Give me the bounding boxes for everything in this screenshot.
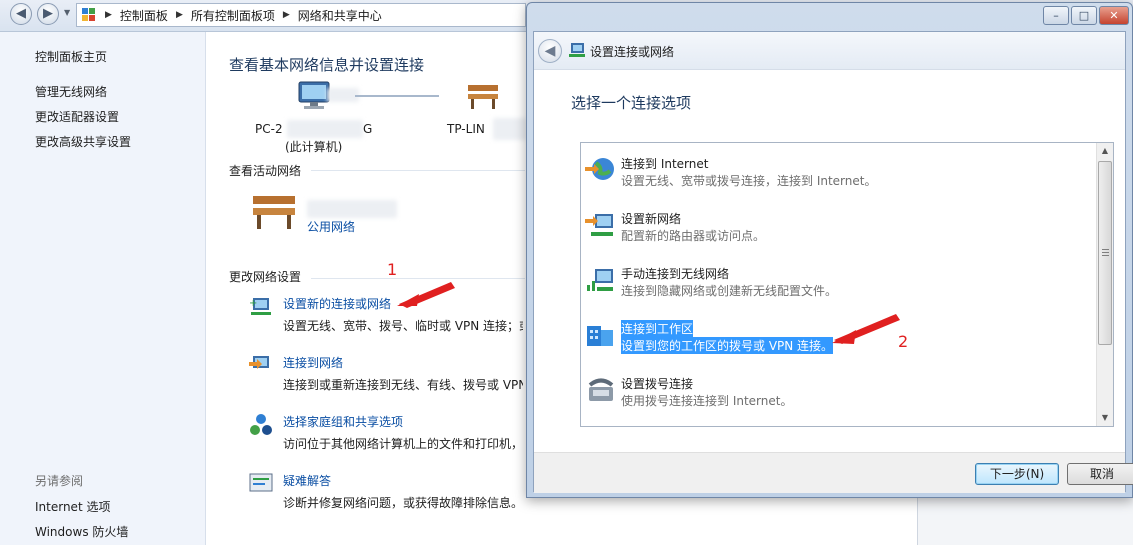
svg-text:+: +: [249, 298, 257, 309]
option-desc: 连接到隐藏网络或创建新无线配置文件。: [621, 284, 838, 298]
new-connection-icon: +: [249, 298, 271, 315]
option-desc: 使用拨号连接连接到 Internet。: [621, 394, 793, 408]
new-network-icon: [585, 214, 613, 236]
breadcrumb-item[interactable]: 网络和共享中心: [298, 7, 382, 24]
task-connect-network-desc: 连接到或重新连接到无线、有线、拨号或 VPN: [283, 378, 523, 392]
connect-network-icon: [249, 356, 269, 369]
breadcrumb-item[interactable]: 所有控制面板项: [191, 7, 275, 24]
close-button[interactable]: ✕: [1099, 6, 1129, 25]
option-desc: 设置到您的工作区的拨号或 VPN 连接。: [621, 337, 834, 354]
network-setup-icon: [569, 43, 585, 57]
cancel-button[interactable]: 取消: [1067, 463, 1133, 485]
annotation-number: 2: [898, 332, 909, 351]
redacted-area: [307, 200, 397, 218]
list-scrollbar[interactable]: ▲ ▼: [1096, 143, 1113, 426]
setup-connection-dialog: – □ ✕ ◀ 设置连接或网络 选择一个连接选项 连接到 Internet 设置…: [526, 2, 1133, 498]
task-troubleshoot-link[interactable]: 疑难解答: [283, 472, 331, 489]
computer-sublabel: (此计算机): [285, 140, 343, 154]
option-desc: 设置无线、宽带或拨号连接，连接到 Internet。: [621, 174, 877, 188]
annotation-number: 1: [387, 260, 398, 279]
page-title: 查看基本网络信息并设置连接: [229, 56, 425, 74]
option-title: 设置新网络: [621, 212, 682, 226]
wireless-icon: [587, 269, 613, 291]
connection-line: [355, 95, 439, 97]
option-title: 连接到 Internet: [621, 157, 709, 171]
workplace-icon: [587, 326, 613, 346]
sidebar: 控制面板主页 管理无线网络 更改适配器设置 更改高级共享设置 另请参阅 Inte…: [0, 32, 206, 545]
globe-icon: [585, 158, 614, 180]
sidebar-item-windows-firewall[interactable]: Windows 防火墙: [35, 523, 128, 540]
task-setup-connection-desc: 设置无线、宽带、拨号、临时或 VPN 连接；或: [283, 319, 523, 333]
list-item[interactable]: 设置拨号连接 使用拨号连接连接到 Internet。: [581, 363, 1097, 415]
dialog-body: ◀ 设置连接或网络 选择一个连接选项 连接到 Internet 设置无线、宽带或…: [533, 31, 1133, 493]
scroll-up-icon[interactable]: ▲: [1097, 143, 1113, 159]
task-homegroup-link[interactable]: 选择家庭组和共享选项: [283, 413, 403, 430]
divider: [311, 170, 525, 171]
sidebar-item-internet-options[interactable]: Internet 选项: [35, 498, 110, 515]
change-settings-heading: 更改网络设置: [229, 270, 302, 284]
option-title: 连接到工作区: [621, 320, 694, 337]
scroll-thumb[interactable]: [1098, 161, 1112, 345]
computer-name: PC-2: [255, 122, 283, 136]
next-button[interactable]: 下一步(N): [975, 463, 1059, 485]
breadcrumb-item[interactable]: 控制面板: [120, 7, 168, 24]
redacted-area: [493, 118, 527, 140]
computer-name-tail: G: [363, 122, 373, 136]
troubleshoot-icon: [249, 473, 273, 492]
back-button[interactable]: ◀: [10, 3, 32, 25]
task-homegroup-desc: 访问位于其他网络计算机上的文件和打印机，: [283, 437, 523, 451]
list-item[interactable]: 设置新网络 配置新的路由器或访问点。: [581, 198, 1097, 250]
task-setup-connection-link[interactable]: 设置新的连接或网络: [283, 295, 391, 312]
annotation-arrow: [397, 282, 455, 308]
control-panel-icon: [81, 7, 97, 23]
forward-button[interactable]: ▶: [37, 3, 59, 25]
dialog-header: ◀ 设置连接或网络: [534, 32, 1125, 70]
history-dropdown-icon[interactable]: ▼: [64, 8, 74, 18]
bench-icon: [468, 85, 498, 109]
active-networks-heading: 查看活动网络: [229, 164, 302, 178]
see-also-heading: 另请参阅: [35, 474, 84, 488]
dialup-phone-icon: [588, 378, 614, 401]
dialog-footer: 下一步(N) 取消: [534, 452, 1133, 493]
list-item[interactable]: 手动连接到无线网络 连接到隐藏网络或创建新无线配置文件。: [581, 253, 1097, 305]
homegroup-icon: [250, 414, 272, 435]
sidebar-item-advanced-sharing[interactable]: 更改高级共享设置: [35, 133, 131, 150]
redacted-area: [287, 120, 363, 138]
list-item[interactable]: 连接到 Internet 设置无线、宽带或拨号连接，连接到 Internet。: [581, 143, 1097, 195]
network-type-link[interactable]: 公用网络: [307, 218, 355, 235]
router-name: TP-LIN: [447, 122, 485, 136]
maximize-button[interactable]: □: [1071, 6, 1097, 25]
dialog-caption: 设置连接或网络: [590, 45, 675, 59]
address-bar[interactable]: ▶ 控制面板 ▶ 所有控制面板项 ▶ 网络和共享中心: [76, 3, 526, 27]
sidebar-item-manage-wireless[interactable]: 管理无线网络: [35, 83, 107, 100]
dialog-heading: 选择一个连接选项: [571, 94, 692, 112]
option-title: 手动连接到无线网络: [621, 267, 730, 281]
option-title: 设置拨号连接: [621, 377, 694, 391]
annotation-arrow: [832, 314, 900, 344]
dialog-back-button[interactable]: ◀: [538, 39, 562, 63]
sidebar-home-link[interactable]: 控制面板主页: [35, 48, 107, 65]
sidebar-item-adapter-settings[interactable]: 更改适配器设置: [35, 108, 119, 125]
task-connect-network-link[interactable]: 连接到网络: [283, 354, 343, 371]
minimize-button[interactable]: –: [1043, 6, 1069, 25]
connection-options-list[interactable]: 连接到 Internet 设置无线、宽带或拨号连接，连接到 Internet。 …: [580, 142, 1114, 427]
option-desc: 配置新的路由器或访问点。: [621, 229, 766, 243]
scroll-down-icon[interactable]: ▼: [1097, 410, 1113, 426]
public-network-bench-icon: [253, 196, 295, 229]
